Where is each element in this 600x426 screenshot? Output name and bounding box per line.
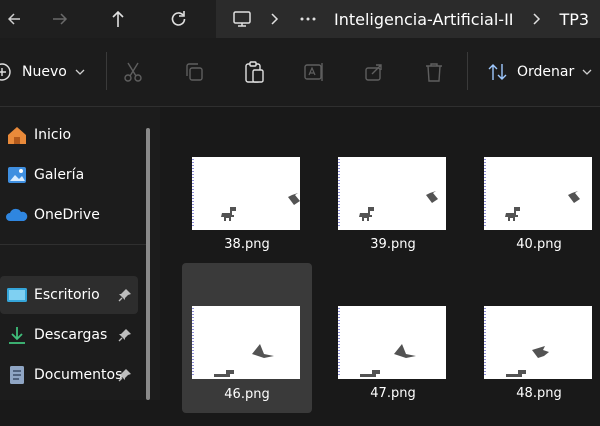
refresh-button[interactable] xyxy=(162,0,194,38)
navigation-pane: Inicio Galería OneDrive Escritorio Desca… xyxy=(0,107,160,400)
file-tile[interactable]: 40.png xyxy=(474,147,600,277)
file-thumbnail xyxy=(338,306,446,379)
refresh-icon xyxy=(171,11,186,26)
pin-icon[interactable] xyxy=(118,368,132,382)
cloud-icon xyxy=(6,208,28,221)
rename-icon xyxy=(304,63,323,81)
sort-button[interactable]: Ordenar xyxy=(487,58,592,86)
file-thumbnail xyxy=(192,157,300,230)
more-icon[interactable] xyxy=(300,16,316,22)
sidebar-item-label: Documentos xyxy=(34,367,123,383)
gallery-icon xyxy=(8,167,26,183)
file-name: 47.png xyxy=(370,386,416,401)
new-button[interactable]: Nuevo xyxy=(0,58,85,86)
breadcrumb: Inteligencia-Artificial-II TP3 xyxy=(216,0,600,38)
address-bar: Inteligencia-Artificial-II TP3 xyxy=(0,0,600,38)
sidebar-item-label: OneDrive xyxy=(34,207,100,223)
file-thumbnail xyxy=(484,157,592,230)
pin-icon[interactable] xyxy=(118,288,132,302)
file-list: 38.png 39.png 40.png 46.png 47.png 48.pn… xyxy=(160,107,600,413)
plus-circle-icon xyxy=(0,63,11,81)
file-thumbnail xyxy=(338,157,446,230)
file-name: 38.png xyxy=(224,237,270,252)
command-bar: Nuevo Ordenar xyxy=(0,38,600,107)
breadcrumb-item[interactable]: TP3 xyxy=(560,10,590,29)
arrow-left-icon xyxy=(8,13,20,25)
chevron-down-icon xyxy=(75,69,85,75)
file-tile[interactable]: 46.png xyxy=(182,263,312,413)
forward-button[interactable] xyxy=(44,0,76,38)
paste-button[interactable] xyxy=(242,60,266,84)
sidebar-item-onedrive[interactable]: OneDrive xyxy=(0,196,138,234)
sidebar-item-escritorio[interactable]: Escritorio xyxy=(0,276,138,314)
file-tile[interactable]: 39.png xyxy=(328,147,458,277)
chevron-right-icon[interactable] xyxy=(270,12,280,26)
sidebar-item-label: Descargas xyxy=(34,327,108,343)
sidebar-item-label: Escritorio xyxy=(34,287,100,303)
sidebar-item-inicio[interactable]: Inicio xyxy=(0,116,138,154)
sort-button-label: Ordenar xyxy=(517,64,575,80)
desktop-icon xyxy=(7,288,27,302)
file-thumbnail xyxy=(192,306,300,379)
monitor-icon[interactable] xyxy=(232,10,252,28)
file-thumbnail xyxy=(484,306,592,379)
pin-icon[interactable] xyxy=(118,328,132,342)
scissors-icon xyxy=(124,62,142,82)
clipboard-icon xyxy=(245,61,264,83)
toolbar-separator xyxy=(467,52,468,90)
document-icon xyxy=(10,366,24,384)
chevron-right-icon[interactable] xyxy=(532,12,542,26)
sidebar-item-descargas[interactable]: Descargas xyxy=(0,316,138,354)
sidebar-divider xyxy=(0,244,150,245)
download-icon xyxy=(9,327,25,344)
sort-icon xyxy=(488,64,507,80)
file-tile[interactable]: 38.png xyxy=(182,147,312,277)
arrow-right-icon xyxy=(53,13,68,25)
file-tile[interactable]: 48.png xyxy=(474,296,600,426)
file-tile[interactable]: 47.png xyxy=(328,296,458,426)
chevron-down-icon xyxy=(582,69,592,75)
delete-button[interactable] xyxy=(422,60,446,84)
sidebar-item-documentos[interactable]: Documentos xyxy=(0,356,138,394)
sidebar-scrollbar[interactable] xyxy=(146,128,150,400)
arrow-up-icon xyxy=(112,10,124,27)
file-name: 39.png xyxy=(370,237,416,252)
file-name: 48.png xyxy=(516,386,562,401)
back-button[interactable] xyxy=(0,0,32,38)
up-button[interactable] xyxy=(102,0,134,38)
cut-button[interactable] xyxy=(121,60,145,84)
copy-icon xyxy=(186,63,203,81)
share-button[interactable] xyxy=(362,60,386,84)
toolbar-separator xyxy=(106,52,107,90)
share-icon xyxy=(365,64,382,81)
new-button-label: Nuevo xyxy=(22,64,67,80)
home-icon xyxy=(8,127,26,144)
sidebar-item-label: Galería xyxy=(34,167,85,183)
trash-icon xyxy=(426,63,442,82)
file-name: 40.png xyxy=(516,237,562,252)
sidebar-item-label: Inicio xyxy=(34,127,72,143)
rename-button[interactable] xyxy=(302,60,326,84)
copy-button[interactable] xyxy=(182,60,206,84)
breadcrumb-item[interactable]: Inteligencia-Artificial-II xyxy=(334,10,514,29)
sidebar-item-galeria[interactable]: Galería xyxy=(0,156,138,194)
